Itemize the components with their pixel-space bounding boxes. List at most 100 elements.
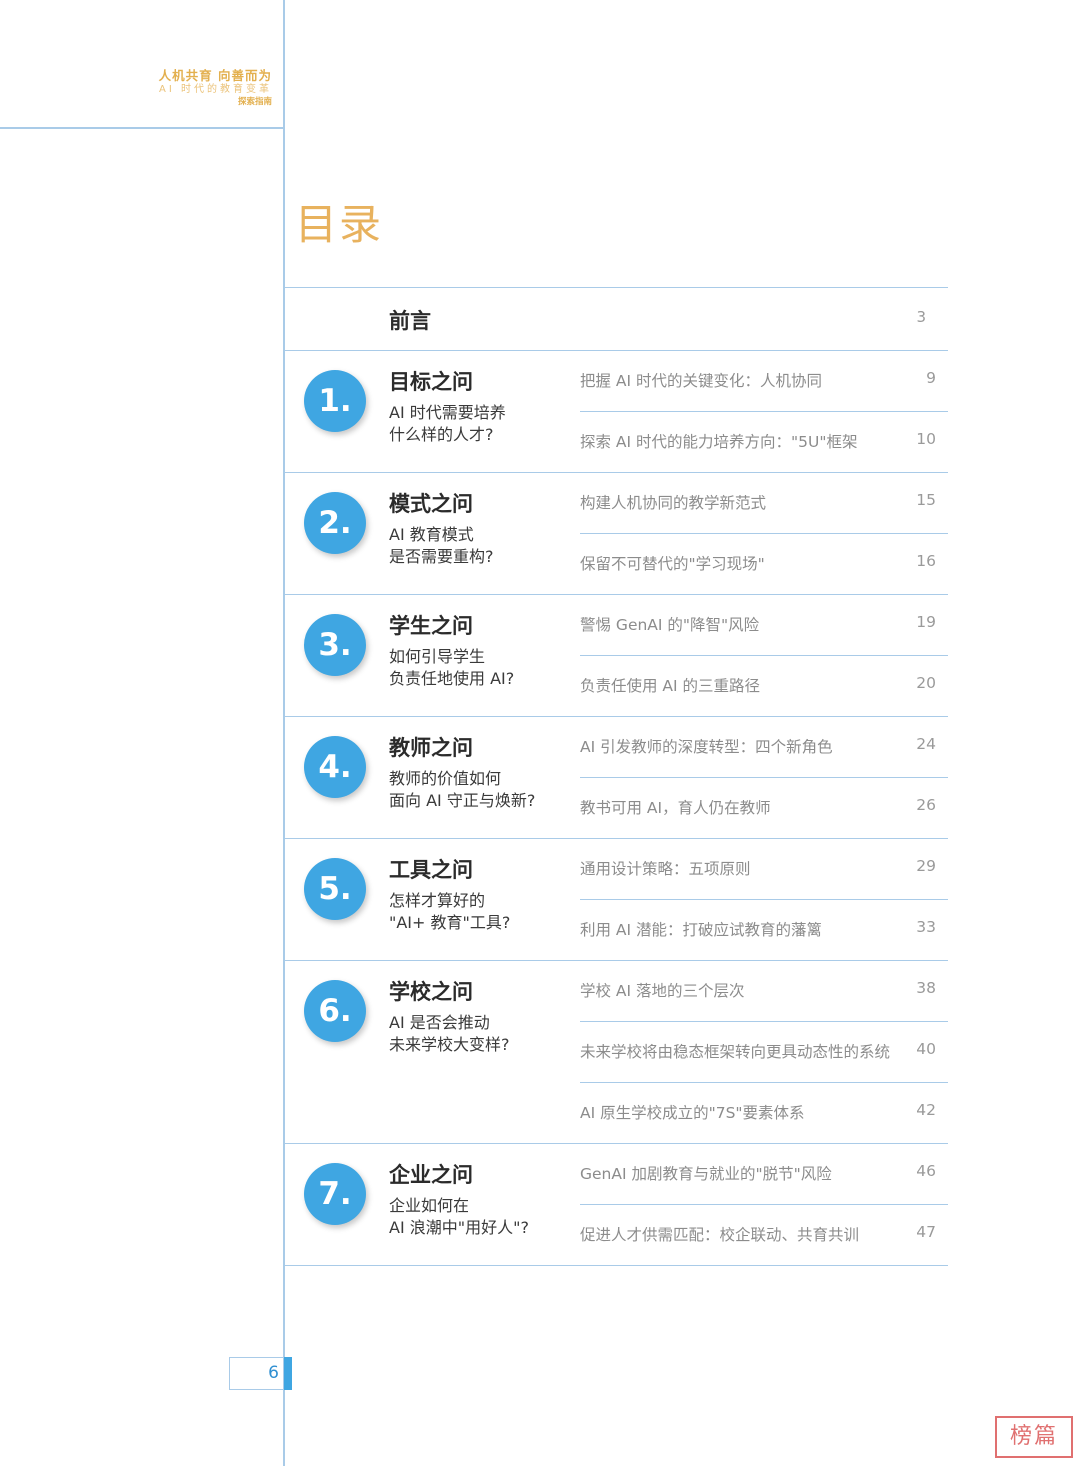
toc-entry-title: 利用 AI 潜能：打破应试教育的藩篱 — [580, 921, 823, 939]
toc-entry-title: 保留不可替代的"学习现场" — [580, 555, 765, 573]
toc-entry-title: GenAI 加剧教育与就业的"脱节"风险 — [580, 1165, 832, 1183]
toc-entry-title: 未来学校将由稳态框架转向更具动态性的系统 — [580, 1043, 891, 1061]
toc-entry-page: 33 — [916, 918, 936, 936]
toc-entry[interactable]: 教书可用 AI，育人仍在教师 26 — [580, 778, 948, 838]
section-subtitle-line: AI 教育模式 — [389, 525, 474, 544]
toc-section: 6. 学校之问 AI 是否会推动未来学校大变样? 学校 AI 落地的三个层次 38 未来学… — [285, 961, 948, 1143]
section-items: 把握 AI 时代的关键变化：人机协同 9 探索 AI 时代的能力培养方向："5U"框… — [580, 351, 948, 472]
toc-entry-title: 负责任使用 AI 的三重路径 — [580, 677, 761, 695]
section-items: 通用设计策略：五项原则 29 利用 AI 潜能：打破应试教育的藩篱 33 — [580, 839, 948, 960]
toc-entry-page: 24 — [916, 735, 936, 753]
toc-entry-title: 探索 AI 时代的能力培养方向："5U"框架 — [580, 433, 858, 451]
toc-entry[interactable]: 把握 AI 时代的关键变化：人机协同 9 — [580, 351, 948, 411]
toc-entry[interactable]: 警惕 GenAI 的"降智"风险 19 — [580, 595, 948, 655]
toc-rule — [285, 1265, 948, 1266]
toc-entry[interactable]: GenAI 加剧教育与就业的"脱节"风险 46 — [580, 1144, 948, 1204]
toc-section: 3. 学生之问如何引导学生负责任地使用 AI? 警惕 GenAI 的"降智"风险 19… — [285, 595, 948, 716]
toc-section: 2. 模式之问 AI 教育模式 是否需要重构? 构建人机协同的教学新范式 15 保留不可替代… — [285, 473, 948, 594]
toc-entry[interactable]: 利用 AI 潜能：打破应试教育的藩篱 33 — [580, 900, 948, 960]
section-subtitle: 教师的价值如何面向 AI 守正与焕新? — [389, 768, 535, 812]
toc-entry-title: 促进人才供需匹配：校企联动、共育共训 — [580, 1226, 860, 1244]
section-title: 学校之问 — [389, 980, 473, 1004]
section-title: 工具之问 — [389, 858, 473, 882]
toc-entry-page: 10 — [916, 430, 936, 448]
section-number-badge: 3. — [304, 614, 366, 676]
toc-entry[interactable]: 促进人才供需匹配：校企联动、共育共训 47 — [580, 1205, 948, 1265]
section-subtitle-line: 教师的价值如何 — [389, 769, 502, 788]
toc-entry-title: 学校 AI 落地的三个层次 — [580, 982, 745, 1000]
toc-entry-title: AI 原生学校成立的"7S"要素体系 — [580, 1104, 805, 1122]
section-subtitle-line: 负责任地使用 AI? — [389, 669, 515, 688]
toc-entry-title: AI 引发教师的深度转型：四个新角色 — [580, 738, 833, 756]
section-subtitle: AI 教育模式是否需要重构? — [389, 524, 494, 568]
toc-entry-page: 29 — [916, 857, 936, 875]
section-subtitle-line: 什么样的人才? — [389, 425, 494, 444]
header-tag: 探索指南 — [237, 97, 272, 107]
section-subtitle-line: AI 时代需要培养 — [389, 403, 506, 422]
toc-entry-page: 26 — [916, 796, 936, 814]
section-items: GenAI 加剧教育与就业的"脱节"风险 46 促进人才供需匹配：校企联动、共育共训… — [580, 1144, 948, 1265]
preface-title: 前言 — [389, 309, 431, 333]
section-number-badge: 6. — [304, 980, 366, 1042]
toc-entry[interactable]: 未来学校将由稳态框架转向更具动态性的系统 40 — [580, 1022, 948, 1082]
toc-entry[interactable]: AI 引发教师的深度转型：四个新角色 24 — [580, 717, 948, 777]
header-rule — [0, 127, 284, 129]
toc-entry-title: 通用设计策略：五项原则 — [580, 860, 751, 878]
section-number-badge: 7. — [304, 1163, 366, 1225]
section-subtitle: AI 是否会推动未来学校大变样? — [389, 1012, 510, 1056]
section-subtitle-line: 如何引导学生 — [389, 647, 486, 666]
section-items: AI 引发教师的深度转型：四个新角色 24 教书可用 AI，育人仍在教师 26 — [580, 717, 948, 838]
section-items: 学校 AI 落地的三个层次 38 未来学校将由稳态框架转向更具动态性的系统 40 AI … — [580, 961, 948, 1143]
section-subtitle-line: 未来学校大变样? — [389, 1035, 510, 1054]
watermark-stamp: 榜篇 — [995, 1416, 1073, 1458]
section-number-badge: 2. — [304, 492, 366, 554]
section-subtitle: 怎样才算好的 "AI+ 教育"工具? — [389, 890, 510, 934]
toc-section: 4. 教师之问教师的价值如何面向 AI 守正与焕新? AI 引发教师的深度转型：四个… — [285, 717, 948, 838]
toc-entry-preface[interactable]: 前言 3 — [285, 288, 948, 350]
toc-entry[interactable]: 保留不可替代的"学习现场" 16 — [580, 534, 948, 594]
toc-entry-page: 42 — [916, 1101, 936, 1119]
toc-entry[interactable]: 探索 AI 时代的能力培养方向："5U"框架 10 — [580, 412, 948, 472]
toc-entry-page: 16 — [916, 552, 936, 570]
page-number: 6 — [268, 1363, 279, 1383]
toc-entry-page: 47 — [916, 1223, 936, 1241]
section-title: 企业之问 — [389, 1163, 473, 1187]
toc-entry-title: 警惕 GenAI 的"降智"风险 — [580, 616, 760, 634]
section-subtitle-line: 企业如何在 — [389, 1196, 470, 1215]
section-number-badge: 1. — [304, 370, 366, 432]
section-subtitle-line: AI 浪潮中"用好人"? — [389, 1218, 529, 1237]
section-items: 构建人机协同的教学新范式 15 保留不可替代的"学习现场" 16 — [580, 473, 948, 594]
running-header: 人机共育 向善而为 AI 时代的教育变革 探索指南 — [159, 68, 272, 108]
toc-entry-title: 把握 AI 时代的关键变化：人机协同 — [580, 372, 823, 390]
page-tab — [284, 1357, 292, 1390]
section-subtitle-line: AI 是否会推动 — [389, 1013, 490, 1032]
toc-entry[interactable]: 学校 AI 落地的三个层次 38 — [580, 961, 948, 1021]
section-number-badge: 4. — [304, 736, 366, 798]
section-subtitle-line: 面向 AI 守正与焕新? — [389, 791, 536, 810]
page-number-box: 6 — [229, 1357, 284, 1390]
toc-entry-page: 20 — [916, 674, 936, 692]
toc-section: 5. 工具之问 怎样才算好的 "AI+ 教育"工具? 通用设计策略：五项原则 29 利用 A… — [285, 839, 948, 960]
section-title: 教师之问 — [389, 736, 473, 760]
toc-entry-title: 教书可用 AI，育人仍在教师 — [580, 799, 771, 817]
toc-entry[interactable]: 通用设计策略：五项原则 29 — [580, 839, 948, 899]
section-title: 模式之问 — [389, 492, 473, 516]
toc-entry-page: 40 — [916, 1040, 936, 1058]
toc-entry[interactable]: AI 原生学校成立的"7S"要素体系 42 — [580, 1083, 948, 1143]
toc-entry-page: 46 — [916, 1162, 936, 1180]
toc-entry-page: 38 — [916, 979, 936, 997]
preface-page: 3 — [916, 308, 926, 326]
toc-section: 7. 企业之问企业如何在 AI 浪潮中"用好人"? GenAI 加剧教育与就业的"脱节… — [285, 1144, 948, 1265]
toc-entry-page: 9 — [926, 369, 936, 387]
section-subtitle: AI 时代需要培养 什么样的人才? — [389, 402, 506, 446]
section-subtitle-line: 是否需要重构? — [389, 547, 494, 566]
section-subtitle-line: "AI+ 教育"工具? — [389, 913, 511, 932]
section-items: 警惕 GenAI 的"降智"风险 19 负责任使用 AI 的三重路径 20 — [580, 595, 948, 716]
section-title: 学生之问 — [389, 614, 473, 638]
toc-section: 1. 目标之问 AI 时代需要培养 什么样的人才? 把握 AI 时代的关键变化：人机协同… — [285, 351, 948, 472]
header-subtitle: AI 时代的教育变革 — [159, 84, 272, 95]
toc-entry[interactable]: 负责任使用 AI 的三重路径 20 — [580, 656, 948, 716]
toc-entry-page: 19 — [916, 613, 936, 631]
toc-heading: 目录 — [295, 200, 384, 249]
toc-entry[interactable]: 构建人机协同的教学新范式 15 — [580, 473, 948, 533]
